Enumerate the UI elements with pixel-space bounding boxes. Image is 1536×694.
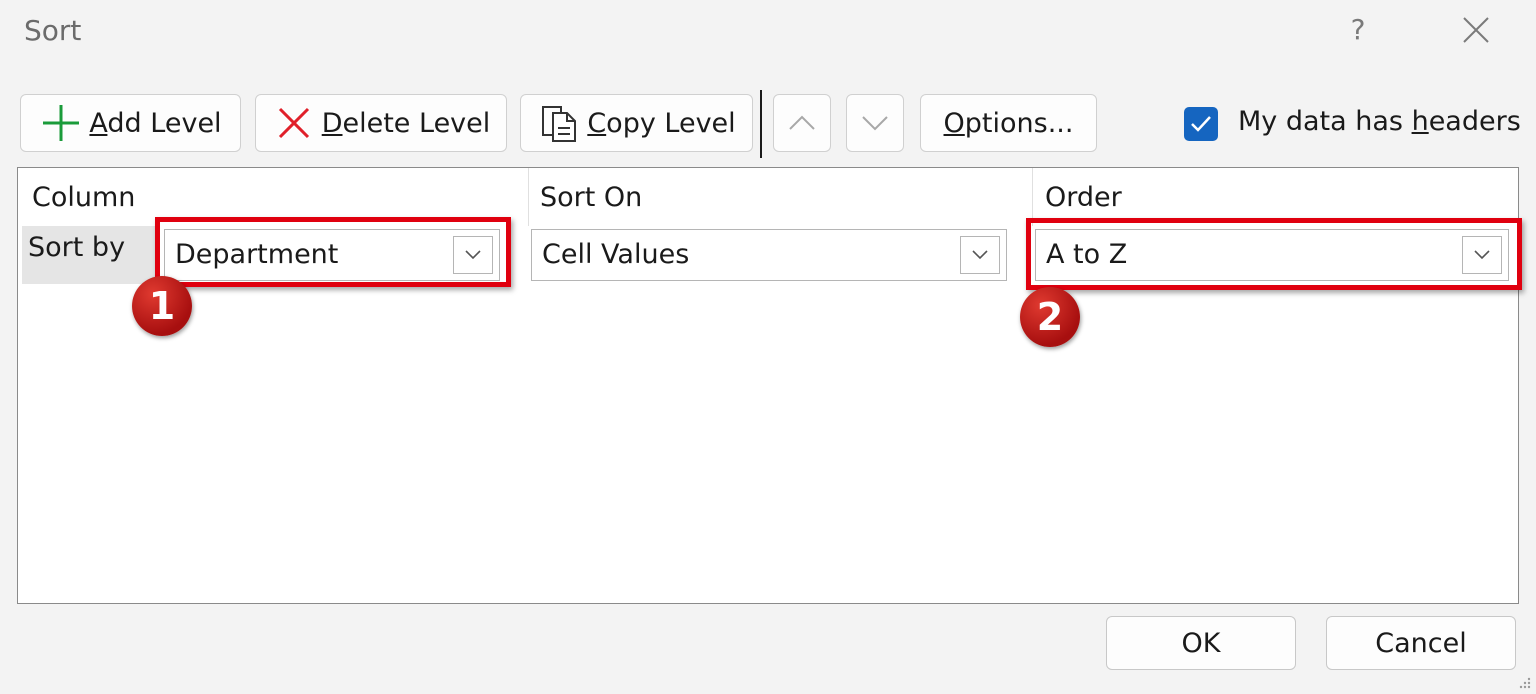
sort-on-dropdown[interactable]: Cell Values	[531, 229, 1007, 281]
highlight-column-dropdown	[155, 217, 511, 287]
help-button[interactable]: ?	[1336, 8, 1380, 52]
move-down-button[interactable]	[846, 94, 904, 152]
chevron-up-icon	[789, 115, 815, 130]
annotation-badge-2: 2	[1020, 287, 1080, 347]
close-icon	[1463, 17, 1489, 43]
ok-button[interactable]: OK	[1106, 616, 1296, 670]
headers-checkbox[interactable]	[1184, 107, 1218, 141]
sort-by-label: Sort by	[28, 232, 126, 263]
plus-icon	[39, 101, 83, 145]
resize-grip-icon[interactable]	[1518, 676, 1532, 690]
title-bar: Sort ?	[0, 0, 1536, 64]
copy-level-button[interactable]: Copy Level	[520, 94, 753, 152]
sort-on-dropdown-value: Cell Values	[542, 239, 690, 270]
delete-level-button[interactable]: Delete Level	[255, 94, 507, 152]
chevron-down-icon	[862, 116, 888, 131]
column-header: Column	[32, 182, 136, 213]
x-icon	[272, 101, 316, 145]
sort-on-header: Sort On	[540, 182, 643, 213]
annotation-badge-1: 1	[132, 276, 192, 336]
cancel-button[interactable]: Cancel	[1326, 616, 1516, 670]
headers-checkbox-label[interactable]: My data has headers	[1238, 106, 1521, 137]
close-button[interactable]	[1452, 8, 1500, 52]
copy-icon	[537, 101, 581, 145]
checkmark-icon	[1191, 116, 1211, 132]
chevron-down-icon	[972, 250, 988, 260]
move-up-button[interactable]	[773, 94, 831, 152]
dialog-title: Sort	[24, 14, 82, 47]
highlight-order-dropdown	[1026, 218, 1522, 290]
options-button[interactable]: Options...	[920, 94, 1097, 152]
toolbar-separator	[760, 90, 762, 158]
sort-on-dropdown-button[interactable]	[960, 236, 1000, 274]
column-divider	[528, 168, 529, 226]
order-header: Order	[1045, 182, 1122, 213]
add-level-button[interactable]: Add Level	[20, 94, 241, 152]
